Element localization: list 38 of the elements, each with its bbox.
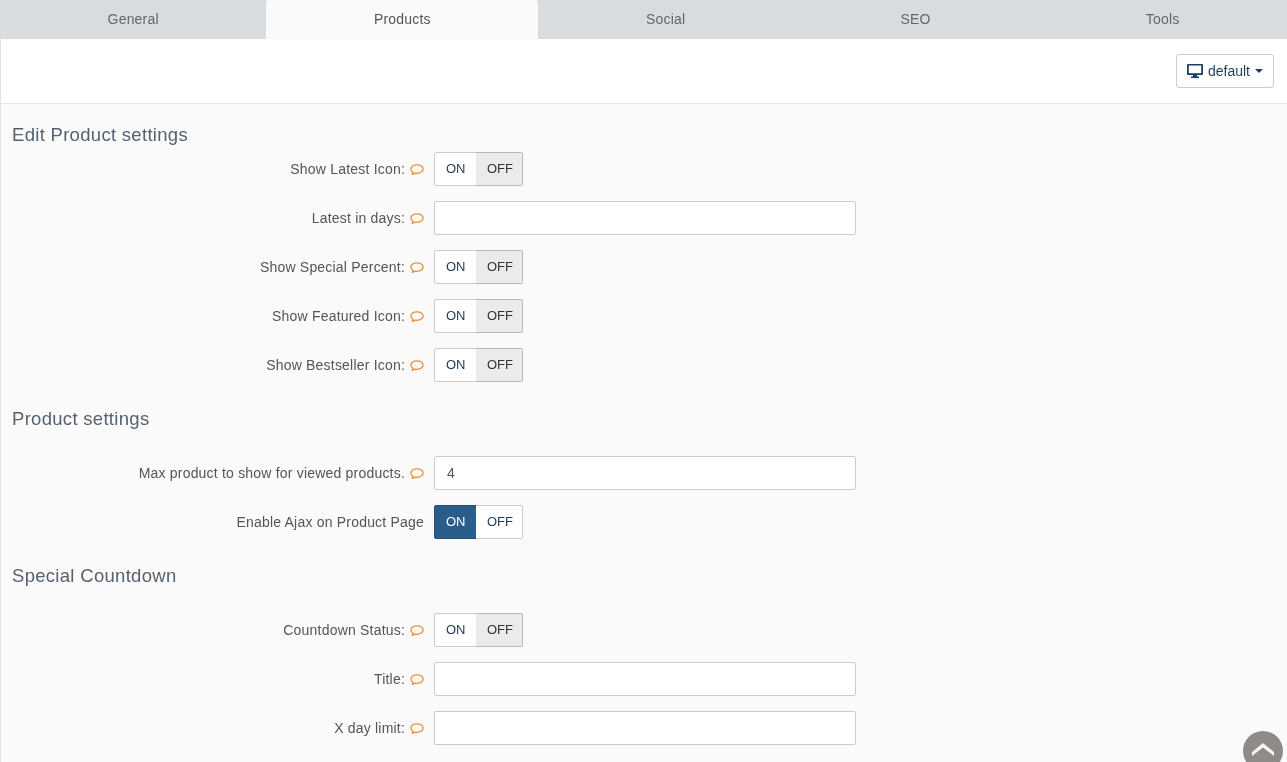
field-label: Latest in days:: [311, 209, 405, 226]
section-heading: Edit Product settings: [12, 124, 189, 146]
tab[interactable]: General: [0, 0, 267, 39]
tab[interactable]: Products: [266, 0, 539, 39]
tab[interactable]: Social: [538, 0, 793, 39]
field-label: X day limit:: [334, 719, 405, 736]
monitor-icon: [1186, 64, 1203, 78]
off-option[interactable]: OFF: [476, 348, 523, 382]
device-dropdown-button[interactable]: default: [1175, 54, 1274, 88]
off-option[interactable]: OFF: [476, 299, 523, 333]
field-label: Show Bestseller Icon:: [266, 356, 405, 373]
field-label: Show Featured Icon:: [272, 307, 405, 324]
off-option[interactable]: OFF: [476, 613, 523, 647]
tab[interactable]: Tools: [1038, 0, 1287, 39]
caret-icon: [1255, 69, 1263, 73]
field-label: Max product to show for viewed products.: [138, 464, 405, 481]
off-option[interactable]: OFF: [476, 152, 523, 186]
text-field[interactable]: [434, 711, 856, 745]
on-option[interactable]: ON: [434, 348, 477, 382]
chevron-up-icon: [1252, 742, 1274, 756]
field-label: Show Special Percent:: [259, 258, 405, 275]
text-field[interactable]: [434, 662, 856, 696]
off-option[interactable]: OFF: [476, 505, 523, 539]
section-heading: Special Countdown: [12, 565, 178, 587]
section-heading: Product settings: [12, 408, 151, 430]
field-label: Enable Ajax on Product Page: [236, 513, 424, 530]
tab[interactable]: SEO: [792, 0, 1039, 39]
off-option[interactable]: OFF: [476, 250, 523, 284]
on-option[interactable]: ON: [434, 505, 477, 539]
on-option[interactable]: ON: [434, 152, 477, 186]
text-field[interactable]: [434, 201, 856, 235]
text-field[interactable]: 4: [434, 456, 856, 490]
on-option[interactable]: ON: [434, 250, 477, 284]
on-option[interactable]: ON: [434, 613, 477, 647]
field-label: Title:: [373, 670, 405, 687]
field-label: Show Latest Icon:: [290, 160, 405, 177]
on-option[interactable]: ON: [434, 299, 477, 333]
field-label: Countdown Status:: [283, 621, 405, 638]
